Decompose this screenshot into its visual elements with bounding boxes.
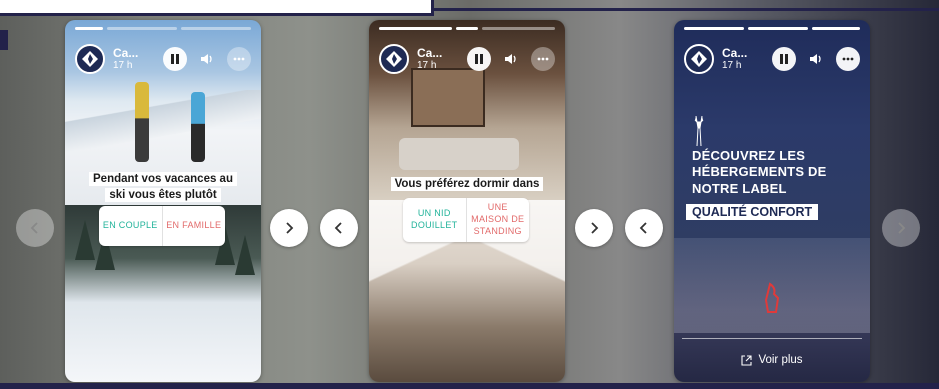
more-options-button[interactable] (531, 47, 555, 71)
tree-shape (235, 235, 255, 275)
story-headline: DÉCOUVREZ LES HÉBERGEMENTS DE NOTRE LABE… (692, 148, 827, 196)
volume-icon (810, 54, 821, 64)
poll-option-nid-douillet[interactable]: UN NID DOUILLET (403, 198, 466, 242)
frame-top-border (0, 0, 434, 16)
poll-sticker: UN NID DOUILLET UNE MAISON DE STANDING (403, 198, 529, 242)
quality-label-banner: QUALITÉ CONFORT (686, 204, 819, 220)
pause-button[interactable] (772, 47, 796, 71)
pause-button[interactable] (467, 47, 491, 71)
external-link-icon (741, 354, 752, 366)
poll-question: Vous préférez dormir dans (369, 177, 565, 193)
account-name[interactable]: Ca... (417, 46, 442, 60)
brand-logo-icon (82, 51, 98, 67)
poll-option-maison-standing[interactable]: UNE MAISON DE STANDING (465, 198, 530, 242)
deer-logo-icon (692, 115, 706, 147)
more-icon (842, 57, 854, 61)
poll-option-couple[interactable]: EN COUPLE (99, 206, 162, 246)
account-avatar[interactable] (684, 44, 714, 74)
brand-logo-icon (691, 51, 707, 67)
more-options-button[interactable] (227, 47, 251, 71)
progress-segment (684, 27, 744, 30)
more-icon (537, 57, 549, 61)
chevron-right-icon (591, 222, 599, 234)
story-progress (75, 27, 251, 30)
story-progress (684, 27, 860, 30)
chevron-left-icon (30, 222, 38, 234)
progress-segment (748, 27, 808, 30)
swipe-up-divider (682, 338, 862, 339)
account-name[interactable]: Ca... (722, 46, 747, 60)
frame-right-border (434, 8, 939, 11)
progress-segment (379, 27, 453, 30)
next-story-button-faded[interactable] (882, 209, 920, 247)
story-header: Ca... 17 h (75, 40, 251, 78)
poll-sticker: EN COUPLE EN FAMILLE (99, 206, 225, 246)
pause-button[interactable] (163, 47, 187, 71)
volume-icon (201, 54, 212, 64)
frame-left-edge (0, 30, 8, 50)
story-viewer: Ca... 17 h Pendant vos vacances au ski v… (0, 0, 939, 389)
progress-segment (812, 27, 860, 30)
volume-button[interactable] (804, 47, 828, 71)
story-card-1[interactable]: Ca... 17 h Pendant vos vacances au ski v… (65, 20, 261, 382)
story-card-3[interactable]: Ca... 17 h DÉCOUVREZ LES HÉBERGEMENTS DE… (674, 20, 870, 382)
volume-icon (505, 54, 516, 64)
tap-hand-icon (764, 282, 780, 313)
post-time: 17 h (113, 60, 133, 72)
pause-icon (475, 54, 483, 64)
see-more-link[interactable]: Voir plus (674, 354, 870, 366)
frame-bottom-border (0, 383, 939, 389)
chevron-left-icon (334, 222, 342, 234)
story-header: Ca... 17 h (379, 40, 555, 78)
previous-story-button[interactable] (320, 209, 358, 247)
pause-icon (780, 54, 788, 64)
progress-segment (75, 27, 103, 30)
sofa-shape (399, 138, 519, 170)
progress-segment (107, 27, 177, 30)
story-header: Ca... 17 h (684, 40, 860, 78)
tree-shape (75, 220, 95, 260)
progress-segment (181, 27, 251, 30)
volume-button[interactable] (499, 47, 523, 71)
previous-story-button[interactable] (625, 209, 663, 247)
mountain-shape (65, 90, 261, 160)
more-icon (233, 57, 245, 61)
skier-figure (135, 82, 149, 162)
poll-option-famille[interactable]: EN FAMILLE (161, 206, 226, 246)
brand-logo-icon (386, 51, 402, 67)
next-story-button[interactable] (575, 209, 613, 247)
progress-segment (456, 27, 478, 30)
post-time: 17 h (722, 60, 742, 72)
pause-icon (171, 54, 179, 64)
more-options-button[interactable] (836, 47, 860, 71)
next-story-button[interactable] (270, 209, 308, 247)
previous-story-button-faded[interactable] (16, 209, 54, 247)
story-progress (379, 27, 555, 30)
story-card-2[interactable]: Ca... 17 h Vous préférez dormir dans UN … (369, 20, 565, 382)
post-time: 17 h (417, 60, 437, 72)
skier-figure (191, 92, 205, 162)
chevron-right-icon (898, 222, 906, 234)
account-name[interactable]: Ca... (113, 46, 138, 60)
chevron-left-icon (639, 222, 647, 234)
poll-question: Pendant vos vacances au ski vous êtes pl… (65, 172, 261, 203)
progress-segment (481, 27, 555, 30)
account-avatar[interactable] (379, 44, 409, 74)
volume-button[interactable] (195, 47, 219, 71)
chevron-right-icon (286, 222, 294, 234)
see-more-label: Voir plus (758, 354, 803, 366)
account-avatar[interactable] (75, 44, 105, 74)
